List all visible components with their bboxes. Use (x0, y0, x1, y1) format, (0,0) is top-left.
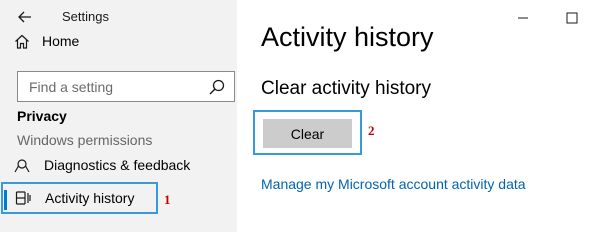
sidebar-item-activity-history[interactable]: Activity history (1, 182, 158, 214)
minimize-button[interactable] (510, 8, 536, 28)
search-box[interactable] (17, 71, 235, 102)
app-title: Settings (62, 9, 109, 24)
home-icon (15, 34, 29, 49)
clear-button[interactable]: Clear (263, 119, 352, 148)
section-heading-privacy: Privacy (17, 108, 67, 124)
home-label: Home (42, 33, 80, 49)
sidebar-item-label: Activity history (45, 190, 135, 206)
page-title: Activity history (261, 22, 434, 52)
back-arrow-icon (18, 11, 31, 23)
sidebar-item-diagnostics[interactable]: Diagnostics & feedback (14, 153, 229, 177)
clear-highlight-frame: Clear (253, 110, 362, 155)
maximize-icon (566, 12, 578, 24)
manage-activity-link[interactable]: Manage my Microsoft account activity dat… (261, 176, 526, 192)
diagnostics-icon (14, 159, 30, 173)
step-marker-1: 1 (164, 192, 171, 207)
minimize-icon (518, 17, 528, 19)
clear-section-title: Clear activity history (261, 78, 431, 99)
maximize-button[interactable] (559, 8, 585, 28)
search-input[interactable] (18, 72, 198, 101)
main-panel: Activity history Clear activity history … (237, 0, 600, 232)
section-subheading: Windows permissions (17, 132, 153, 148)
step-marker-2: 2 (368, 123, 375, 138)
activity-history-icon (15, 191, 31, 205)
search-icon[interactable] (208, 78, 226, 96)
sidebar: Settings Home Privacy Windows permission… (0, 0, 237, 232)
back-button[interactable] (12, 6, 38, 28)
sidebar-item-label: Diagnostics & feedback (44, 157, 191, 173)
sidebar-item-home[interactable]: Home (14, 30, 194, 52)
